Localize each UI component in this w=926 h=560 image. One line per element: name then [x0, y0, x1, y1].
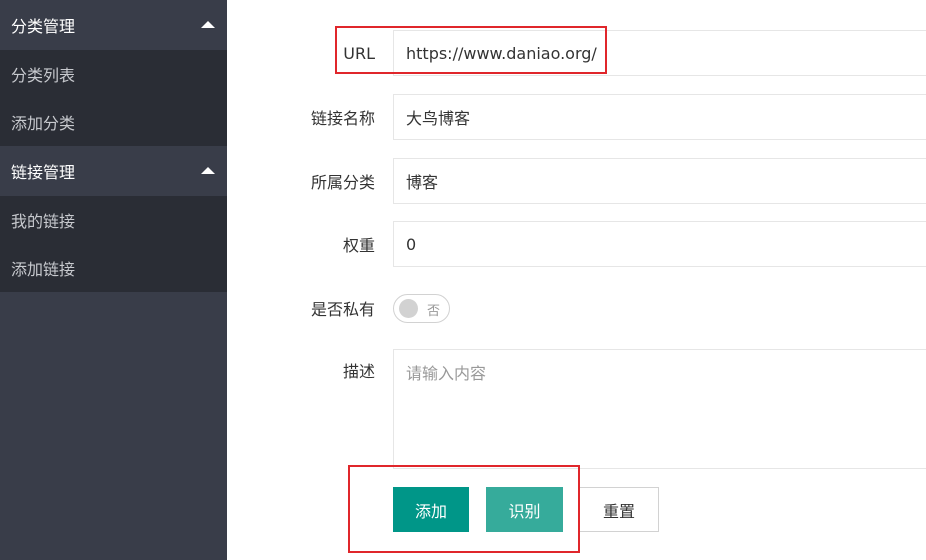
add-button[interactable]: 添加: [393, 487, 469, 532]
description-label: 描述: [342, 362, 375, 381]
sidebar-item-label: 分类列表: [11, 66, 76, 85]
sidebar-item-label: 添加分类: [11, 114, 76, 133]
toggle-knob: [399, 299, 418, 318]
url-label: URL: [343, 43, 375, 63]
sidebar-group-label: 分类管理: [11, 17, 76, 36]
link-name-input[interactable]: 大鸟博客: [393, 94, 926, 140]
sidebar-item-label: 我的链接: [11, 212, 76, 231]
sidebar-item-label: 添加链接: [11, 260, 76, 279]
weight-input[interactable]: 0: [393, 221, 926, 267]
form-row-name: 链接名称 大鸟博客: [227, 94, 926, 140]
url-input[interactable]: https://www.daniao.org/: [393, 30, 926, 76]
category-select[interactable]: 博客: [393, 158, 926, 204]
link-form: URL https://www.daniao.org/ 链接名称 大鸟博客 所属…: [227, 0, 926, 560]
recognize-button[interactable]: 识别: [486, 487, 563, 532]
sidebar-group-items: 我的链接 添加链接: [0, 196, 227, 292]
sidebar-item-add-category[interactable]: 添加分类: [0, 98, 227, 146]
form-row-category: 所属分类 博客: [227, 158, 926, 204]
category-label: 所属分类: [310, 173, 375, 192]
toggle-state-text: 否: [426, 304, 440, 319]
sidebar-group-category[interactable]: 分类管理: [0, 0, 227, 50]
private-toggle[interactable]: 否: [393, 294, 450, 323]
sidebar-item-my-links[interactable]: 我的链接: [0, 196, 227, 244]
sidebar-group-label: 链接管理: [11, 163, 76, 182]
sidebar: 分类管理 分类列表 添加分类 链接管理 我的链接 添加链接: [0, 0, 227, 560]
sidebar-group-links[interactable]: 链接管理: [0, 146, 227, 196]
private-label: 是否私有: [310, 300, 375, 319]
weight-label: 权重: [342, 236, 375, 255]
caret-up-icon: [201, 20, 215, 28]
sidebar-item-category-list[interactable]: 分类列表: [0, 50, 227, 98]
link-name-label: 链接名称: [310, 109, 375, 128]
sidebar-item-add-link[interactable]: 添加链接: [0, 244, 227, 292]
description-textarea[interactable]: 请输入内容: [393, 349, 926, 469]
form-row-private: 是否私有: [227, 285, 926, 331]
form-row-weight: 权重 0: [227, 221, 926, 267]
form-row-url: URL https://www.daniao.org/: [227, 30, 926, 76]
reset-button[interactable]: 重置: [579, 487, 659, 532]
sidebar-group-items: 分类列表 添加分类: [0, 50, 227, 146]
caret-up-icon: [201, 166, 215, 174]
